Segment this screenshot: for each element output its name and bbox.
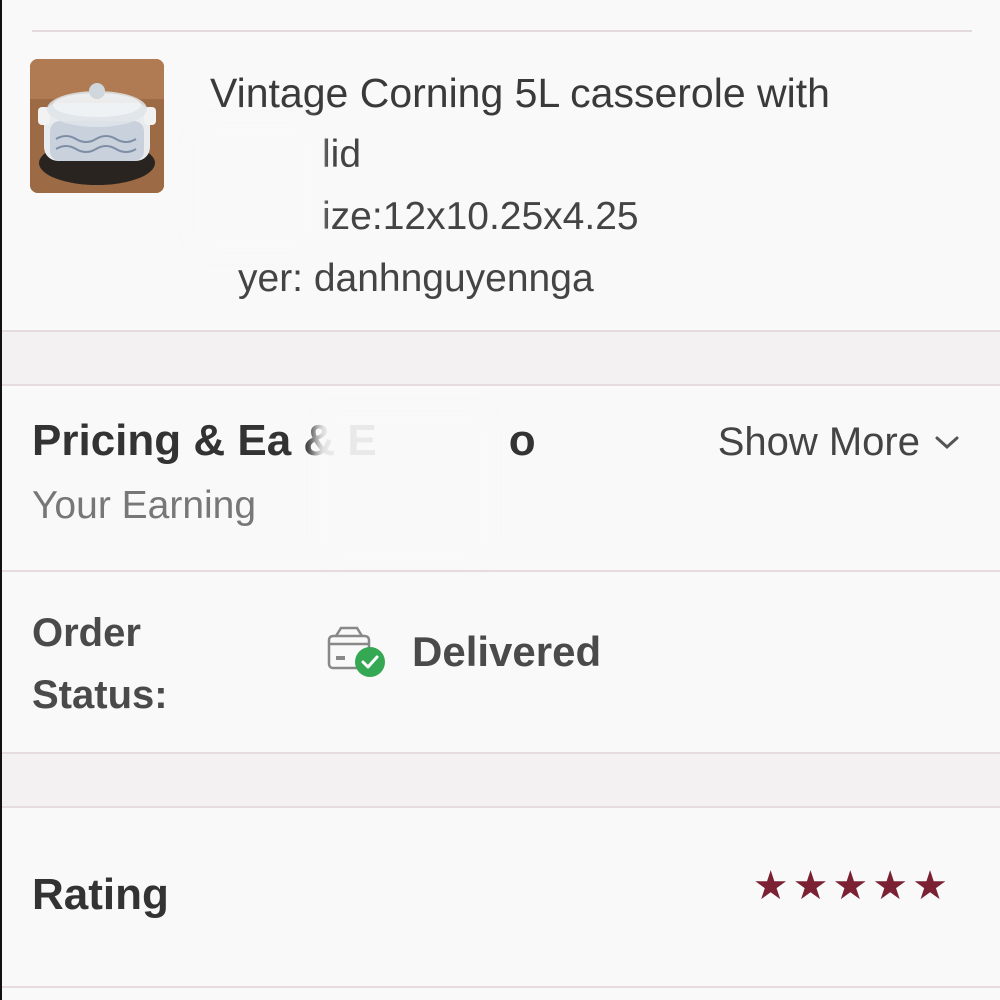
star-icon: ★ [912, 864, 948, 908]
item-thumbnail[interactable] [30, 59, 164, 193]
show-more-button[interactable]: Show More [718, 420, 960, 465]
rating-section: Rating ★ ★ ★ ★ ★ [2, 808, 1000, 986]
star-icon: ★ [832, 864, 869, 908]
item-buyer: yer: danhnguyennga [238, 257, 594, 300]
package-delivered-icon [327, 626, 385, 677]
rating-label: Rating [32, 870, 169, 919]
order-detail-screen: Vintage Corning 5L casserole with lid iz… [0, 0, 1000, 1000]
star-icon: ★ [872, 864, 909, 908]
item-title: Vintage Corning 5L casserole with [210, 70, 830, 116]
item-details: Vintage Corning 5L casserole with lid iz… [210, 62, 980, 310]
show-more-label: Show More [717, 420, 920, 464]
order-status-section: Order Status: Delivered [2, 572, 1000, 752]
item-size: ize:12x10.25x4.25 [322, 195, 639, 238]
section-gap [2, 332, 1000, 384]
chevron-down-icon [935, 436, 959, 449]
section-gap [2, 754, 1000, 806]
star-icon: ★ [752, 864, 789, 908]
order-status-value: Delivered [412, 628, 602, 675]
casserole-photo [30, 59, 164, 193]
order-status: Delivered [326, 624, 601, 680]
earnings-subtitle: Your Earning [32, 484, 257, 527]
item-title-continued: lid [322, 133, 362, 176]
order-status-label: Order Status: [32, 611, 168, 717]
section-divider [2, 986, 1000, 988]
star-icon: ★ [792, 864, 829, 908]
redaction-blur [188, 118, 320, 258]
rating-stars: ★ ★ ★ ★ ★ [753, 866, 948, 906]
pricing-section: Pricing & Ea & Eo Your Earning Show More [2, 386, 1000, 570]
item-summary[interactable]: Vintage Corning 5L casserole with lid iz… [2, 32, 1000, 330]
redaction-blur [314, 406, 494, 566]
